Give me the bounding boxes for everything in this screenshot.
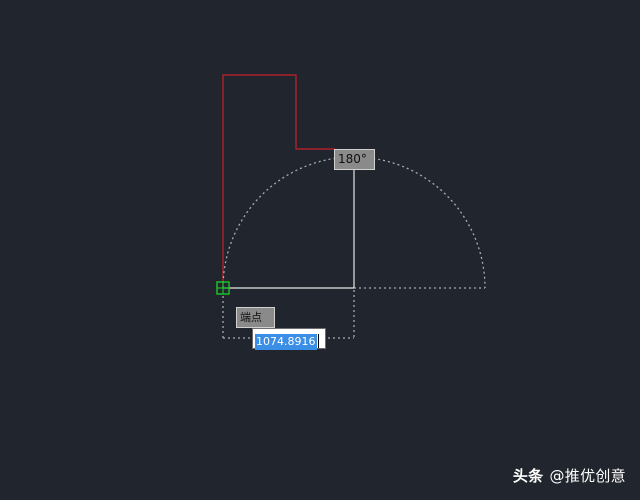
dynamic-length-input[interactable]: 1074.8916 xyxy=(252,328,326,350)
endpoint-snap-marker-icon xyxy=(216,281,230,295)
watermark-author: @推优创意 xyxy=(549,467,626,485)
watermark: 头条 @推优创意 xyxy=(513,465,626,486)
watermark-platform: 头条 xyxy=(512,467,544,485)
red-polyline xyxy=(222,74,335,288)
angle-tooltip: 180° xyxy=(334,149,375,170)
length-input-value: 1074.8916 xyxy=(255,334,317,350)
drawing-canvas[interactable]: 180° 端点 1074.8916 头条 @推优创意 xyxy=(0,0,640,500)
cad-drawing xyxy=(216,74,486,339)
snap-tooltip: 端点 xyxy=(236,307,275,328)
text-caret xyxy=(317,333,319,348)
